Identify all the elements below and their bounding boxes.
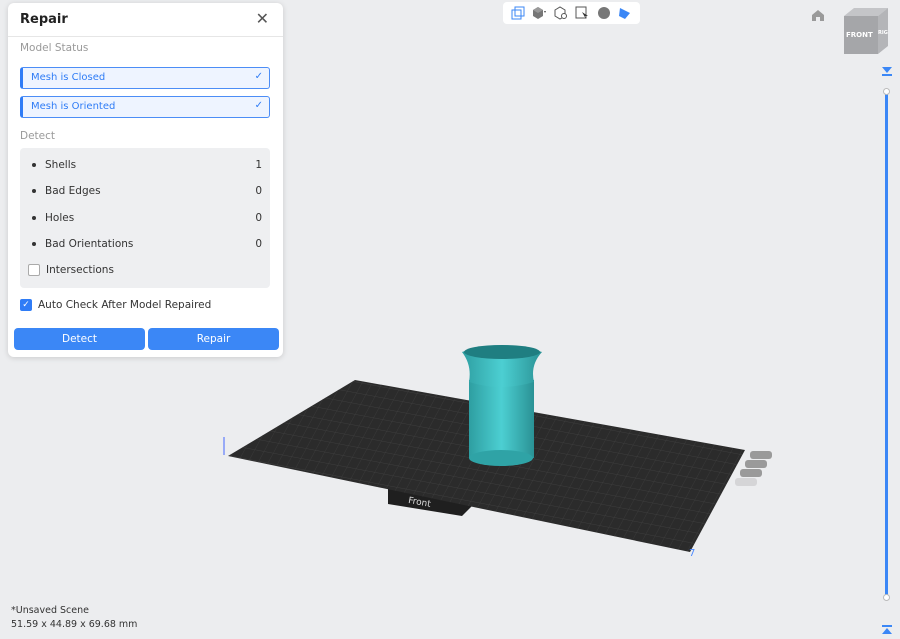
home-icon[interactable] — [811, 7, 825, 26]
cube-front-label: FRONT — [846, 31, 873, 39]
cup-model[interactable] — [462, 345, 542, 466]
list-item: Shells 1 — [32, 159, 262, 177]
auto-check-checkbox[interactable]: ✓ Auto Check After Model Repaired — [20, 299, 275, 317]
repair-button[interactable]: Repair — [148, 328, 279, 350]
model-dimensions: 51.59 x 44.89 x 69.68 mm — [11, 619, 138, 630]
axis-marker: 7 — [689, 548, 695, 559]
item-value: 0 — [255, 212, 262, 224]
render-mode-icon[interactable] — [531, 5, 547, 21]
check-icon: ✓ — [254, 71, 263, 82]
model-inspect-icon[interactable] — [553, 5, 569, 21]
cube-right-label: RIGHT — [878, 30, 888, 36]
status-mesh-oriented: Mesh is Oriented ✓ — [20, 96, 270, 118]
item-label: Bad Edges — [45, 185, 101, 197]
item-value: 0 — [255, 238, 262, 250]
detect-button[interactable]: Detect — [14, 328, 145, 350]
view-cube[interactable]: FRONT RIGHT — [842, 6, 890, 54]
intersections-checkbox[interactable]: Intersections — [28, 264, 262, 282]
panel-title: Repair — [20, 12, 68, 27]
slider-top-handle[interactable] — [883, 88, 890, 95]
item-label: Holes — [45, 212, 75, 224]
slider-top-icon[interactable] — [881, 61, 893, 80]
view-toolbar — [503, 2, 640, 24]
select-icon[interactable] — [574, 5, 590, 21]
check-icon: ✓ — [254, 100, 263, 111]
item-label: Bad Orientations — [45, 238, 134, 250]
list-item: Bad Edges 0 — [32, 185, 262, 203]
close-icon[interactable]: ✕ — [256, 9, 269, 28]
item-label: Shells — [45, 159, 77, 171]
status-text: Mesh is Closed — [31, 72, 106, 83]
status-text: Mesh is Oriented — [31, 101, 116, 112]
item-value: 1 — [255, 159, 262, 171]
layer-slider[interactable] — [885, 90, 888, 598]
checkbox-label: Intersections — [46, 264, 114, 276]
model-status-label: Model Status — [20, 42, 89, 54]
slider-bottom-handle[interactable] — [883, 594, 890, 601]
status-mesh-closed: Mesh is Closed ✓ — [20, 67, 270, 89]
repair-panel: Repair ✕ Model Status Mesh is Closed ✓ Me… — [8, 3, 283, 357]
section-view-icon[interactable] — [617, 5, 633, 21]
detect-label: Detect — [20, 130, 56, 142]
perspective-view-icon[interactable] — [510, 5, 526, 21]
checkbox-label: Auto Check After Model Repaired — [38, 299, 212, 311]
scene-name: *Unsaved Scene — [11, 605, 89, 616]
item-value: 0 — [255, 185, 262, 197]
list-item: Holes 0 — [32, 212, 262, 230]
sphere-icon[interactable] — [596, 5, 612, 21]
slider-bottom-icon[interactable] — [881, 620, 893, 639]
list-item: Bad Orientations 0 — [32, 238, 262, 256]
detect-results: Shells 1 Bad Edges 0 Holes 0 Bad Orientatio… — [20, 148, 270, 288]
